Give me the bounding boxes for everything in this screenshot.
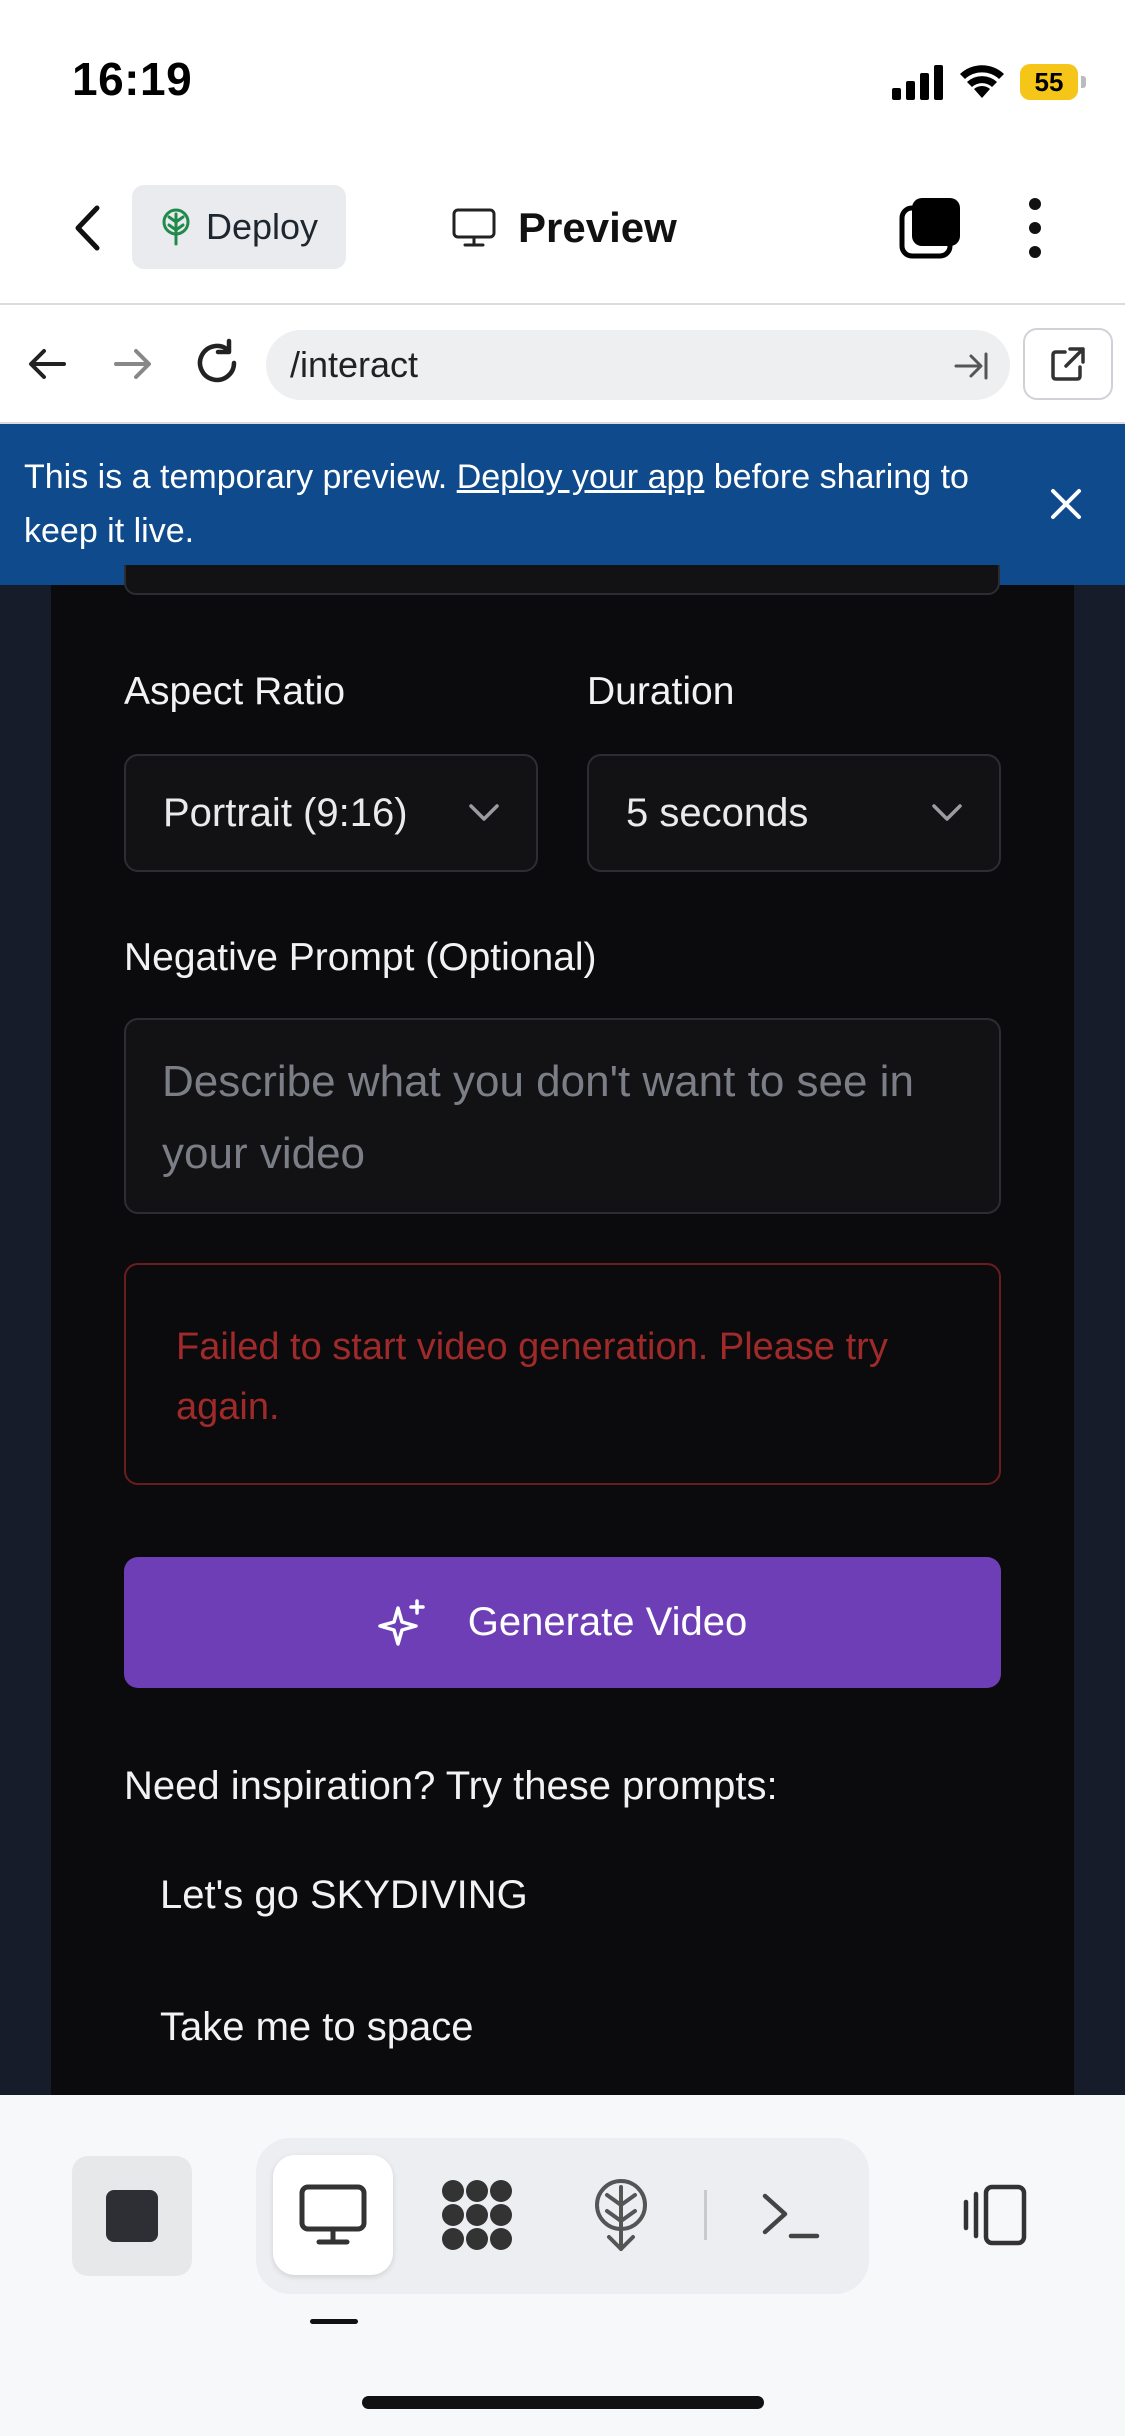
banner-text-before: This is a temporary preview. (24, 458, 457, 496)
side-panel-icon (963, 2184, 1027, 2246)
active-tool-indicator (310, 2319, 358, 2324)
preview-tab[interactable]: Preview (452, 198, 677, 258)
desktop-tool-button[interactable] (273, 2155, 393, 2275)
sparkle-icon (378, 1598, 425, 1646)
close-icon (1051, 489, 1081, 519)
negative-prompt-textarea[interactable]: Describe what you don't want to see in y… (124, 1018, 1001, 1214)
duration-label: Duration (587, 670, 735, 713)
open-external-button[interactable] (1023, 328, 1113, 400)
close-banner-button[interactable] (1048, 486, 1084, 522)
nav-forward-button[interactable] (110, 342, 154, 386)
terminal-icon (762, 2193, 820, 2239)
prompt-suggestion[interactable]: Take me to space (160, 2005, 474, 2050)
stop-icon (106, 2190, 158, 2242)
url-input[interactable]: /interact (266, 330, 1010, 400)
tabs-button[interactable] (898, 196, 962, 260)
kebab-menu-icon (1029, 198, 1041, 258)
preview-label: Preview (518, 204, 677, 251)
arrow-right-icon (114, 349, 151, 379)
reload-icon (197, 338, 237, 383)
cellular-signal-icon (892, 64, 944, 105)
negative-prompt-placeholder: Describe what you don't want to see in y… (162, 1057, 914, 1178)
deploy-icon (595, 2179, 647, 2251)
previous-input-edge (124, 565, 1000, 595)
deploy-chip[interactable]: Deploy (132, 185, 346, 269)
negative-prompt-label: Negative Prompt (Optional) (124, 936, 597, 979)
aspect-ratio-select[interactable]: Portrait (9:16) (124, 754, 538, 872)
wifi-icon (958, 62, 1006, 105)
generate-video-label: Generate Video (467, 1600, 748, 1644)
error-message: Failed to start video generation. Please… (176, 1326, 888, 1428)
duration-value: 5 seconds (626, 790, 809, 835)
panel-layout-button[interactable] (938, 2160, 1048, 2270)
aspect-ratio-label: Aspect Ratio (124, 670, 346, 713)
back-button[interactable] (62, 198, 112, 258)
tabs-stack-icon (899, 198, 960, 259)
stop-button[interactable] (72, 2156, 192, 2276)
deploy-tool-button[interactable] (566, 2160, 676, 2270)
deploy-your-app-link[interactable]: Deploy your app (457, 458, 705, 496)
banner-message: This is a temporary preview. Deploy your… (24, 450, 1004, 558)
error-alert: Failed to start video generation. Please… (124, 1263, 1001, 1485)
nav-back-button[interactable] (26, 342, 70, 386)
duration-select[interactable]: 5 seconds (587, 754, 1001, 872)
go-button[interactable] (952, 348, 992, 384)
chevron-left-icon (75, 205, 100, 251)
arrow-left-icon (29, 349, 66, 379)
deploy-label: Deploy (206, 206, 319, 247)
toolbar-divider (704, 2190, 707, 2240)
desktop-icon (299, 2184, 367, 2245)
inspiration-title: Need inspiration? Try these prompts: (124, 1764, 778, 1808)
monitor-icon (452, 208, 496, 247)
generate-video-button[interactable]: Generate Video (124, 1557, 1001, 1688)
status-time: 16:19 (72, 53, 193, 105)
battery-indicator: 55 (1020, 64, 1086, 100)
url-text: /interact (290, 344, 419, 385)
battery-level: 55 (1034, 66, 1064, 97)
external-link-icon (1051, 347, 1085, 381)
console-tool-button[interactable] (736, 2160, 846, 2270)
more-menu-button[interactable] (1018, 196, 1052, 260)
chevron-down-icon (469, 804, 499, 821)
reload-button[interactable] (192, 338, 242, 388)
integrations-tool-button[interactable] (422, 2160, 532, 2270)
chevron-down-icon (932, 804, 962, 821)
home-indicator[interactable] (362, 2396, 764, 2409)
integrations-icon (442, 2180, 512, 2250)
aspect-ratio-value: Portrait (9:16) (163, 790, 408, 835)
arrow-go-icon (954, 352, 988, 380)
deploy-tree-icon (162, 208, 190, 246)
prompt-suggestion[interactable]: Let's go SKYDIVING (160, 1873, 528, 1918)
